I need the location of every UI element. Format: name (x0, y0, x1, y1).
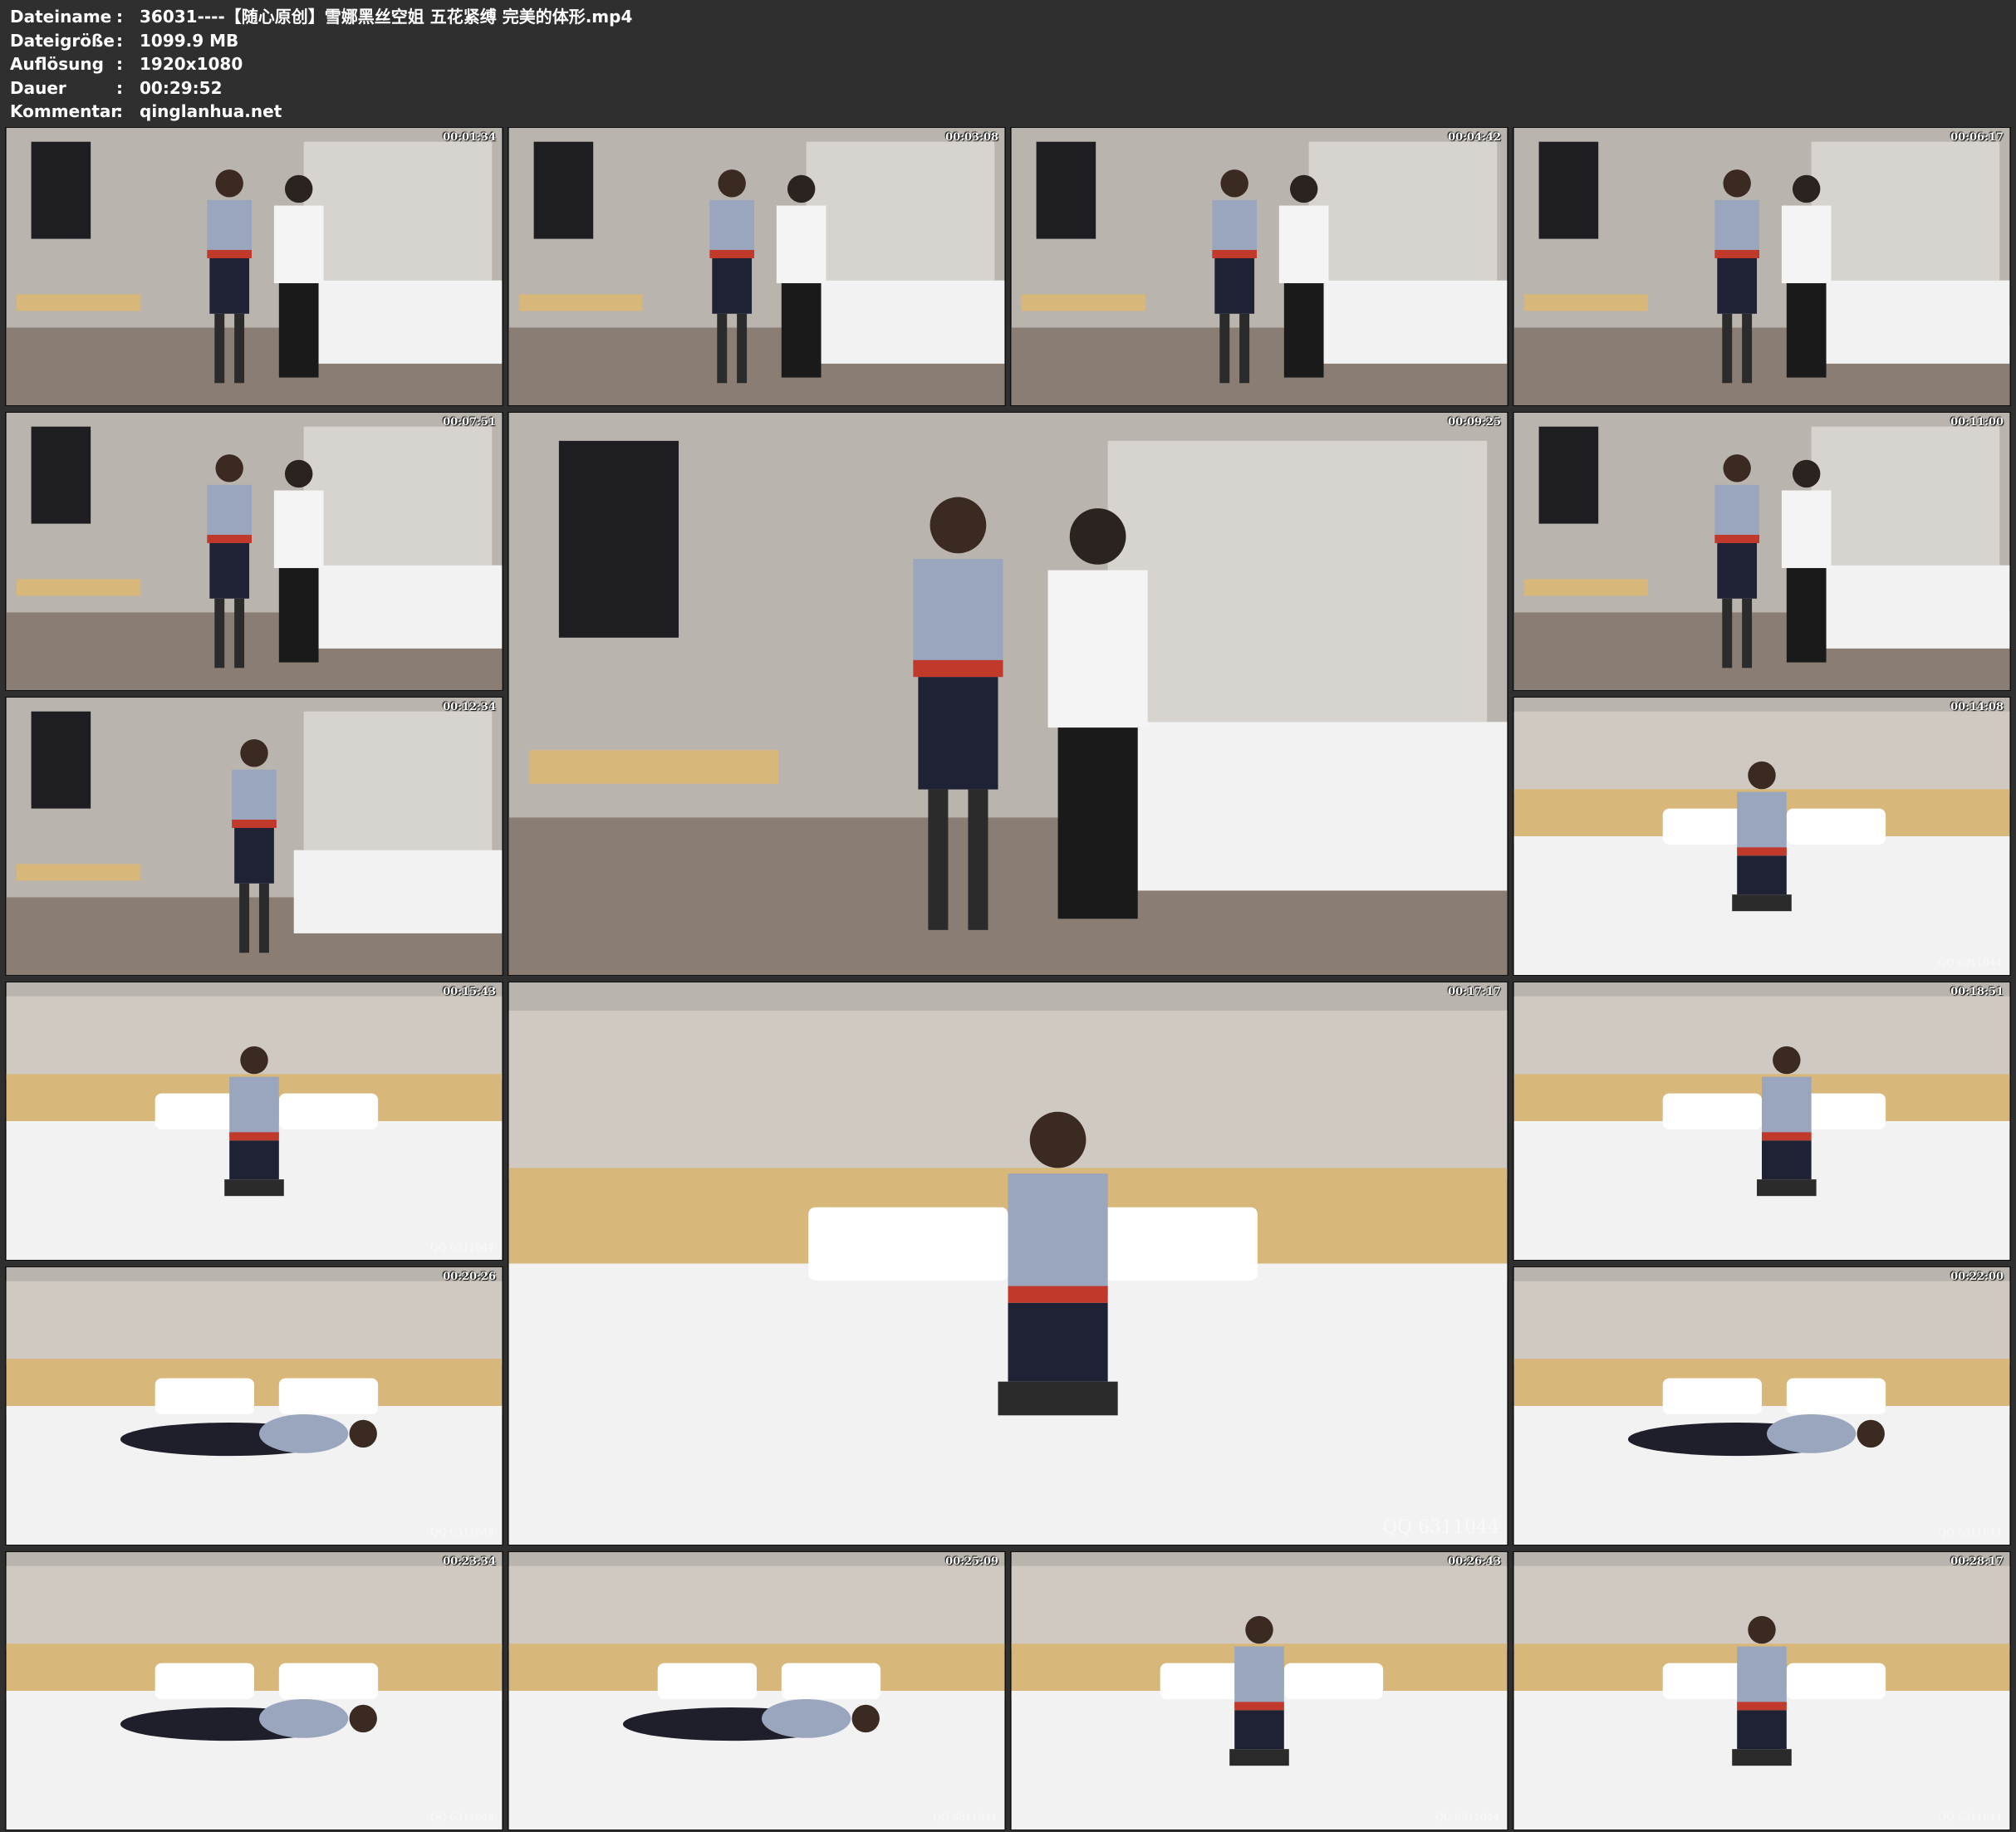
thumbnail-timestamp: 00:07:51 (443, 416, 496, 429)
filesize-label: Dateigröße (10, 30, 115, 51)
scene-image (508, 413, 1508, 975)
scene-image (1513, 982, 2010, 1260)
video-thumbnail[interactable]: 00:26:43 QQ 6311044 (1010, 1551, 1508, 1830)
video-thumbnail[interactable]: 00:14:08 QQ 6311044 (1513, 697, 2011, 976)
filesize-value: 1099.9 MB (140, 30, 239, 51)
thumbnail-timestamp: 00:20:26 (443, 1271, 496, 1283)
comment-value: qinglanhua.net (140, 101, 282, 121)
scene-image (6, 1552, 503, 1830)
thumbnail-timestamp: 00:14:08 (1950, 701, 2004, 713)
resolution-row: Auflösung : 1920x1080 (10, 52, 632, 76)
thumbnail-timestamp: 00:01:34 (443, 131, 496, 144)
video-thumbnail[interactable]: 00:23:34 QQ 6311044 (5, 1551, 503, 1830)
separator: : (116, 7, 123, 27)
separator: : (116, 54, 123, 74)
video-thumbnail[interactable]: 00:11:00 (1513, 412, 2011, 691)
thumbnail-watermark: QQ 6311044 (1938, 1526, 2002, 1538)
comment-label: Kommentar (10, 101, 120, 121)
thumbnail-timestamp: 00:26:43 (1448, 1555, 1501, 1568)
video-thumbnail[interactable]: 00:12:34 (5, 697, 503, 976)
separator: : (116, 77, 123, 98)
thumbnail-timestamp: 00:04:42 (1448, 131, 1501, 144)
resolution-label: Auflösung (10, 54, 104, 74)
video-thumbnail[interactable]: 00:28:17 QQ 6311044 (1513, 1551, 2011, 1830)
thumbnail-timestamp: 00:22:00 (1950, 1271, 2004, 1283)
video-thumbnail[interactable]: 00:20:26 QQ 6311044 (5, 1266, 503, 1545)
thumbnail-timestamp: 00:23:34 (443, 1555, 496, 1568)
scene-image (1513, 1552, 2010, 1830)
scene-image (6, 1267, 503, 1545)
video-thumbnail[interactable]: 00:03:08 (508, 127, 1006, 406)
thumbnail-timestamp: 00:18:51 (1950, 986, 2004, 998)
scene-image (508, 1552, 1005, 1830)
scene-image (6, 698, 503, 975)
video-thumbnail[interactable]: 00:15:43 QQ 6311044 (5, 982, 503, 1261)
thumbnail-timestamp: 00:03:08 (945, 131, 998, 144)
file-info-panel: Dateiname : 36031----【随心原创】雪娜黑丝空姐 五花紧缚 完… (10, 5, 632, 124)
video-thumbnail[interactable]: 00:01:34 (5, 127, 503, 406)
thumbnail-watermark: QQ 6311044 (430, 1242, 494, 1253)
duration-row: Dauer : 00:29:52 (10, 76, 632, 100)
filename-label: Dateiname (10, 7, 112, 27)
scene-image (1513, 413, 2010, 690)
scene-image (1513, 1267, 2010, 1545)
thumbnail-timestamp: 00:06:17 (1950, 131, 2004, 144)
separator: : (116, 30, 123, 51)
thumbnail-timestamp: 00:09:25 (1448, 416, 1501, 429)
scene-image (508, 128, 1005, 405)
scene-image (6, 982, 503, 1260)
video-thumbnail[interactable]: 00:09:25 (508, 412, 1508, 976)
filename-row: Dateiname : 36031----【随心原创】雪娜黑丝空姐 五花紧缚 完… (10, 5, 632, 29)
thumbnail-watermark: QQ 6311044 (430, 1526, 494, 1538)
video-thumbnail[interactable]: 00:18:51 (1513, 982, 2011, 1261)
video-thumbnail[interactable]: 00:06:17 (1513, 127, 2011, 406)
filesize-row: Dateigröße : 1099.9 MB (10, 29, 632, 53)
thumbnail-watermark: QQ 6311044 (1435, 1811, 1499, 1823)
scene-image (1011, 1552, 1508, 1830)
scene-image (508, 982, 1508, 1545)
thumbnail-timestamp: 00:28:17 (1950, 1555, 2004, 1568)
scene-image (6, 413, 503, 690)
thumbnail-timestamp: 00:15:43 (443, 986, 496, 998)
thumbnail-watermark: QQ 6311044 (430, 1811, 494, 1823)
thumbnail-timestamp: 00:25:09 (945, 1555, 998, 1568)
filename-value: 36031----【随心原创】雪娜黑丝空姐 五花紧缚 完美的体形.mp4 (140, 7, 633, 27)
scene-image (1513, 128, 2010, 405)
video-thumbnail[interactable]: 00:07:51 (5, 412, 503, 691)
video-thumbnail[interactable]: 00:04:42 (1010, 127, 1508, 406)
duration-value: 00:29:52 (140, 77, 223, 98)
duration-label: Dauer (10, 77, 66, 98)
video-thumbnail[interactable]: 00:17:17 QQ 6311044 (508, 982, 1508, 1545)
thumbnail-watermark: QQ 6311044 (1938, 957, 2002, 968)
scene-image (1513, 698, 2010, 975)
separator: : (116, 101, 123, 121)
resolution-value: 1920x1080 (140, 54, 243, 74)
thumbnail-timestamp: 00:11:00 (1950, 416, 2004, 429)
thumbnail-timestamp: 00:17:17 (1448, 986, 1501, 998)
video-thumbnail[interactable]: 00:25:09 QQ 6311044 (508, 1551, 1006, 1830)
thumbnail-timestamp: 00:12:34 (443, 701, 496, 713)
scene-image (6, 128, 503, 405)
scene-image (1011, 128, 1508, 405)
thumbnail-watermark: QQ 6311044 (1938, 1811, 2002, 1823)
thumbnail-watermark: QQ 6311044 (933, 1811, 997, 1823)
thumbnail-watermark: QQ 6311044 (1381, 1517, 1499, 1538)
comment-row: Kommentar : qinglanhua.net (10, 100, 632, 124)
video-thumbnail[interactable]: 00:22:00 QQ 6311044 (1513, 1266, 2011, 1545)
